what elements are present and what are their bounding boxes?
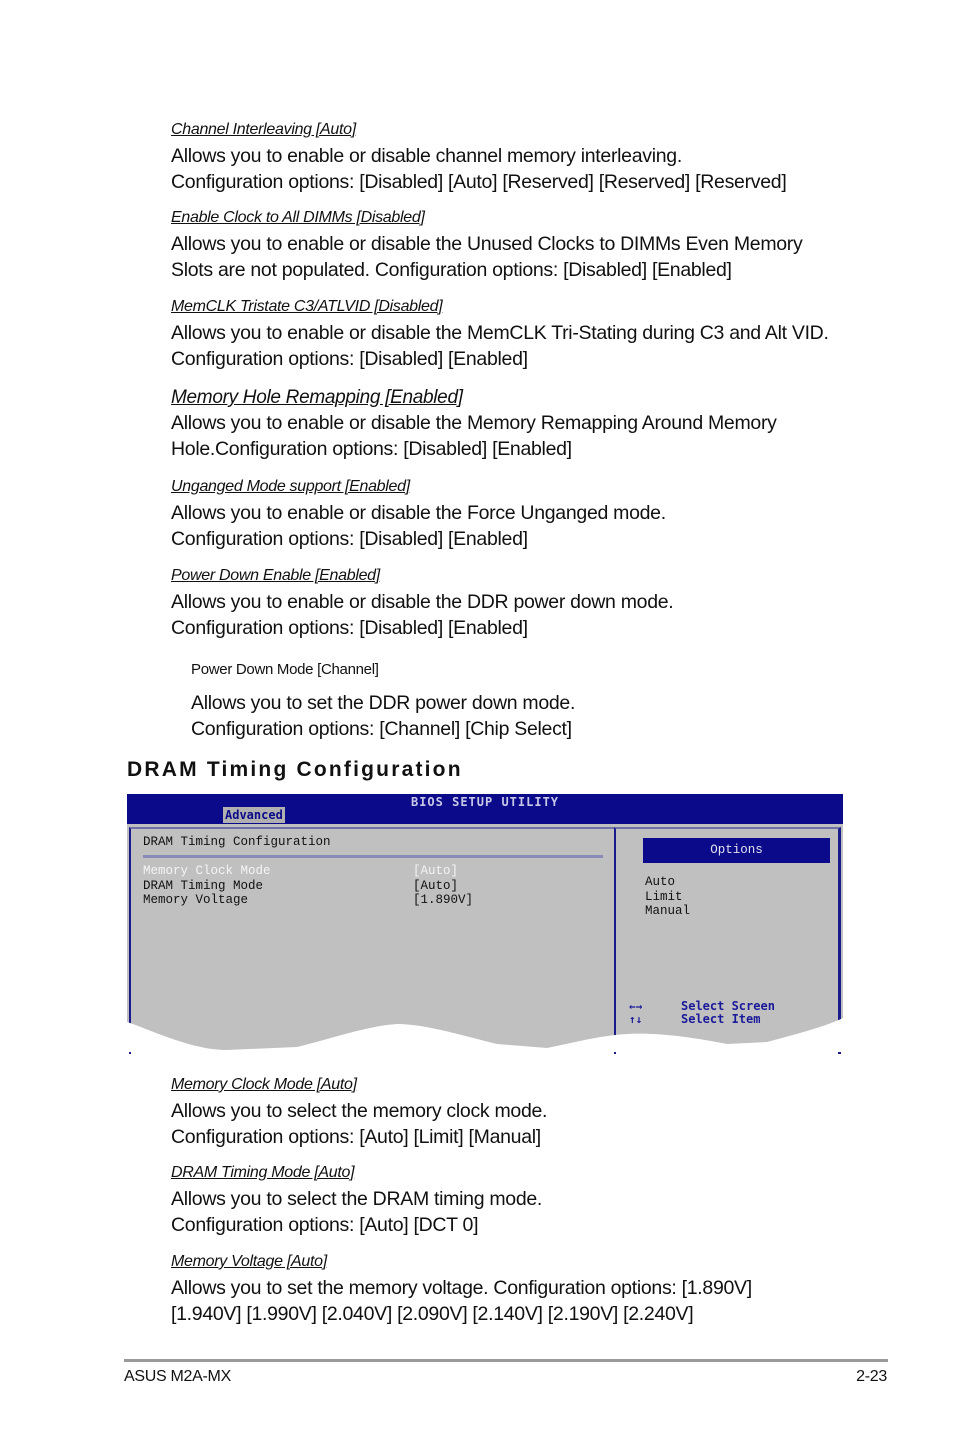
desc-line: Allows you to set the memory voltage. Co…: [171, 1277, 752, 1299]
desc-line: Configuration options: [Disabled] [Auto]…: [171, 171, 787, 193]
setting-title: Power Down Enable [Enabled]: [171, 567, 380, 584]
setting-description: Allows you to select the memory clock mo…: [171, 1098, 871, 1150]
setting-title: DRAM Timing Mode [Auto]: [171, 1164, 355, 1181]
setting-memory-hole-remapping: Memory Hole Remapping [Enabled] Allows y…: [171, 387, 871, 462]
footer-product-name: ASUS M2A-MX: [124, 1368, 231, 1385]
manual-page: Channel Interleaving [Auto] Allows you t…: [0, 0, 954, 1438]
footer-divider: [124, 1359, 888, 1362]
desc-line: Allows you to enable or disable the Memo…: [171, 412, 777, 434]
desc-line: Allows you to set the DDR power down mod…: [191, 692, 576, 714]
setting-title: Memory Clock Mode [Auto]: [171, 1076, 357, 1093]
setting-memory-clock-mode: Memory Clock Mode [Auto] Allows you to s…: [171, 1075, 871, 1150]
setting-unganged-mode: Unganged Mode support [Enabled] Allows y…: [171, 477, 871, 552]
desc-line: Allows you to enable or disable channel …: [171, 145, 682, 167]
desc-line: Allows you to enable or disable the MemC…: [171, 322, 829, 344]
section-heading: DRAM Timing Configuration: [127, 758, 463, 781]
desc-line: [1.940V] [1.990V] [2.040V] [2.090V] [2.1…: [171, 1303, 694, 1325]
setting-description: Allows you to set the memory voltage. Co…: [171, 1275, 871, 1327]
setting-title: MemCLK Tristate C3/ATLVID [Disabled]: [171, 298, 443, 315]
setting-description: Allows you to select the DRAM timing mod…: [171, 1186, 871, 1238]
desc-line: Configuration options: [Channel] [Chip S…: [191, 718, 572, 740]
footer-page-number: 2-23: [856, 1368, 887, 1385]
desc-line: Allows you to select the DRAM timing mod…: [171, 1188, 543, 1210]
desc-line: Configuration options: [Disabled] [Enabl…: [171, 528, 528, 550]
bios-screenshot: BIOS SETUP UTILITY Advanced DRAM Timing …: [127, 794, 843, 1054]
setting-power-down-mode: Power Down Mode [Channel] Allows you to …: [191, 660, 891, 742]
setting-power-down-enable: Power Down Enable [Enabled] Allows you t…: [171, 566, 871, 641]
torn-edge-decoration: [127, 1018, 843, 1052]
desc-line: Configuration options: [Disabled] [Enabl…: [171, 348, 528, 370]
setting-description: Allows you to enable or disable the MemC…: [171, 320, 871, 372]
setting-title: Channel Interleaving [Auto]: [171, 121, 356, 138]
setting-title: Unganged Mode support [Enabled]: [171, 478, 410, 495]
setting-title: Power Down Mode [Channel]: [191, 661, 379, 678]
setting-channel-interleaving: Channel Interleaving [Auto] Allows you t…: [171, 120, 871, 195]
setting-title: Memory Voltage [Auto]: [171, 1253, 327, 1270]
desc-line: Hole.Configuration options: [Disabled] […: [171, 438, 572, 460]
desc-line: Allows you to enable or disable the Forc…: [171, 502, 666, 524]
setting-dram-timing-mode: DRAM Timing Mode [Auto] Allows you to se…: [171, 1163, 871, 1238]
desc-line: Allows you to select the memory clock mo…: [171, 1100, 548, 1122]
setting-memclk-tristate: MemCLK Tristate C3/ATLVID [Disabled] All…: [171, 297, 871, 372]
setting-description: Allows you to enable or disable the DDR …: [171, 589, 871, 641]
desc-line: Slots are not populated. Configuration o…: [171, 259, 732, 281]
setting-enable-clock-all-dimms: Enable Clock to All DIMMs [Disabled] All…: [171, 208, 871, 283]
desc-line: Configuration options: [Auto] [Limit] [M…: [171, 1126, 541, 1148]
setting-description: Allows you to enable or disable the Unus…: [171, 231, 871, 283]
setting-title: Enable Clock to All DIMMs [Disabled]: [171, 209, 425, 226]
setting-description: Allows you to set the DDR power down mod…: [191, 690, 891, 742]
setting-memory-voltage: Memory Voltage [Auto] Allows you to set …: [171, 1252, 871, 1327]
setting-description: Allows you to enable or disable the Memo…: [171, 410, 871, 462]
desc-line: Allows you to enable or disable the Unus…: [171, 233, 803, 255]
setting-description: Allows you to enable or disable channel …: [171, 143, 871, 195]
desc-line: Allows you to enable or disable the DDR …: [171, 591, 674, 613]
desc-line: Configuration options: [Disabled] [Enabl…: [171, 617, 528, 639]
desc-line: Configuration options: [Auto] [DCT 0]: [171, 1214, 479, 1236]
setting-title: Memory Hole Remapping [Enabled]: [171, 387, 463, 408]
setting-description: Allows you to enable or disable the Forc…: [171, 500, 871, 552]
